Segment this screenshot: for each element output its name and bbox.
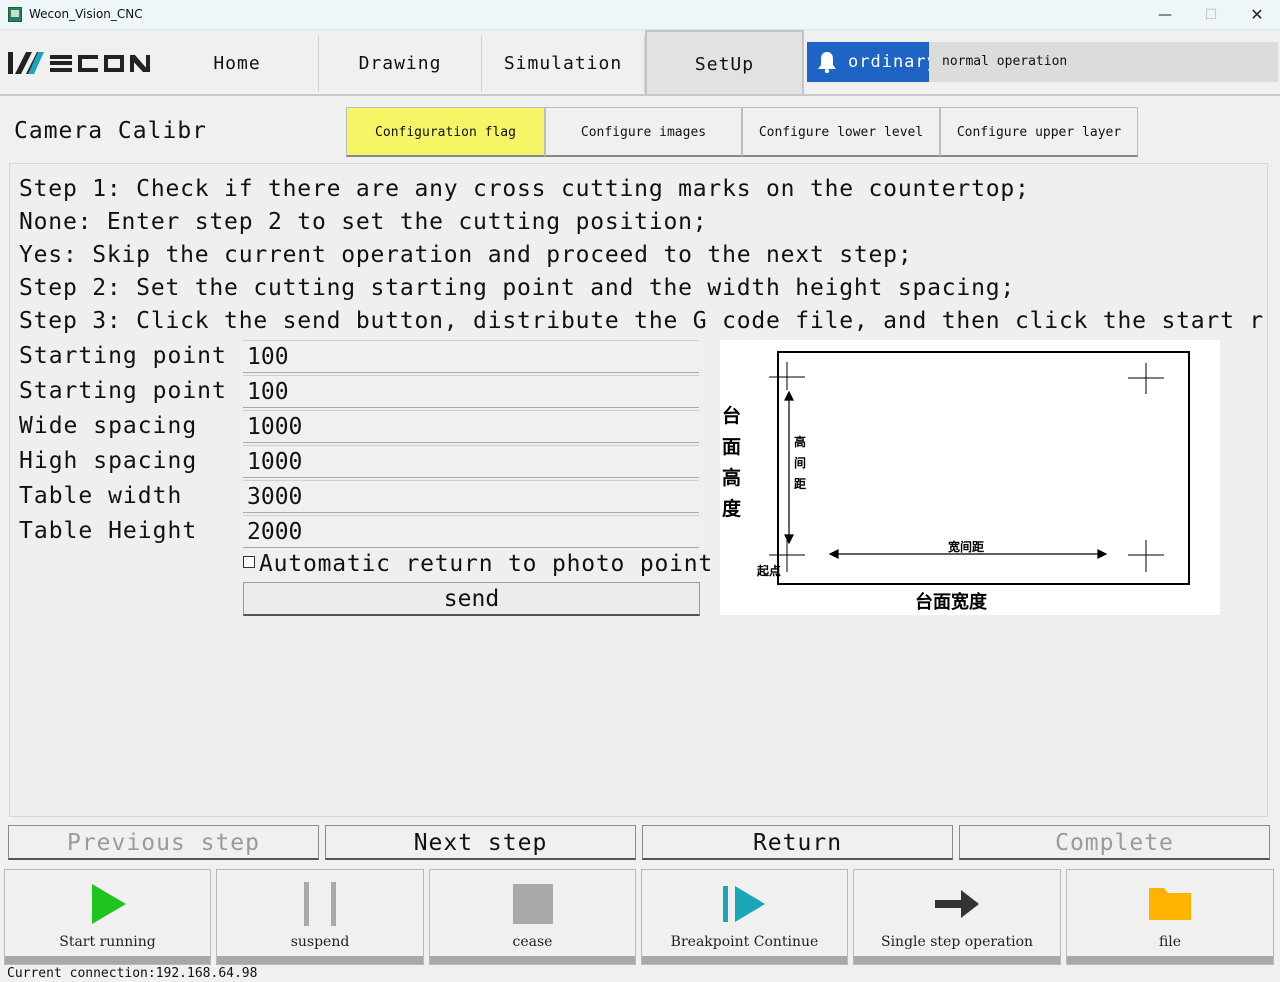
high-spacing-label: High spacing <box>19 448 198 474</box>
subtab-configure-images[interactable]: Configure images <box>545 107 742 157</box>
diagram-table-height-label: 高 <box>722 466 741 489</box>
table-height-input[interactable] <box>243 515 699 548</box>
minimize-button[interactable]: — <box>1142 0 1188 30</box>
diagram-table-height-label: 面 <box>722 436 741 458</box>
diagram-high-spacing-label: 距 <box>794 477 806 491</box>
diagram-high-spacing-label: 高 <box>794 434 806 449</box>
instruction-line: None: Enter step 2 to set the cutting po… <box>19 209 708 235</box>
instruction-line: Step 1: Check if there are any cross cut… <box>19 176 1030 202</box>
table-layout-diagram: 台 面 高 度 高 间 距 宽间距 起点 台面宽度 <box>720 340 1220 615</box>
arrowhead <box>784 534 794 545</box>
starting-point-x-input[interactable] <box>243 340 699 373</box>
arrowhead <box>784 390 794 401</box>
play-icon <box>91 884 126 924</box>
operation-mode: normal operation <box>929 42 1278 82</box>
subtab-configure-lower-level[interactable]: Configure lower level <box>742 107 940 157</box>
start-running-button[interactable]: Start running <box>4 869 211 965</box>
instruction-line: Yes: Skip the current operation and proc… <box>19 242 913 268</box>
arrow-right-icon <box>935 890 979 918</box>
diagram-table-height-label: 台 <box>722 404 741 427</box>
subtab-configuration-flag[interactable]: Configuration flag <box>346 107 545 157</box>
starting-point-y-input[interactable] <box>243 375 699 408</box>
pause-icon <box>304 882 336 926</box>
maximize-button[interactable]: ☐ <box>1188 0 1234 30</box>
wide-spacing-input[interactable] <box>243 410 699 443</box>
tab-drawing[interactable]: Drawing <box>319 36 482 92</box>
next-step-button[interactable]: Next step <box>325 825 636 860</box>
instruction-line: Step 2: Set the cutting starting point a… <box>19 275 1016 301</box>
diagram-high-spacing-label: 间 <box>794 455 806 470</box>
file-label: file <box>1158 934 1182 950</box>
arrowhead <box>828 549 839 559</box>
starting-point-y-label: Starting point y <box>19 378 257 404</box>
user-role: ordinary <box>848 52 938 72</box>
close-button[interactable]: ✕ <box>1234 0 1280 30</box>
table-width-label: Table width <box>19 483 183 509</box>
tab-simulation[interactable]: Simulation <box>482 36 645 92</box>
title-bar: Wecon_Vision_CNC — ☐ ✕ <box>0 0 1280 30</box>
page-title: Camera Calibration <box>14 118 207 144</box>
window-title: Wecon_Vision_CNC <box>29 7 143 21</box>
return-button[interactable]: Return <box>642 825 953 860</box>
single-step-button[interactable]: Single step operation <box>853 869 1061 965</box>
auto-return-label: Automatic return to photo point <box>259 551 714 577</box>
high-spacing-input[interactable] <box>243 445 699 478</box>
wide-spacing-label: Wide spacing <box>19 413 198 439</box>
instructions: Step 1: Check if there are any cross cut… <box>0 173 1266 343</box>
main-header: Home Drawing Simulation SetUp ordinary n… <box>0 30 1280 96</box>
tab-home[interactable]: Home <box>156 36 319 92</box>
suspend-button[interactable]: suspend <box>216 869 424 965</box>
diagram-table-width-label: 台面宽度 <box>915 591 988 613</box>
instruction-line: Step 3: Click the send button, distribut… <box>19 308 1266 334</box>
breakpoint-continue-icon <box>722 886 765 922</box>
app-icon <box>8 7 22 22</box>
subtab-configure-upper-layer[interactable]: Configure upper layer <box>940 107 1138 157</box>
start-running-label: Start running <box>59 934 156 950</box>
tab-setup[interactable]: SetUp <box>645 30 804 94</box>
folder-icon <box>1149 888 1191 920</box>
table-width-input[interactable] <box>243 480 699 513</box>
suspend-label: suspend <box>290 934 350 950</box>
diagram-wide-spacing-label: 宽间距 <box>947 539 984 554</box>
diagram-table-height-label: 度 <box>722 497 742 520</box>
starting-point-x-label: Starting point x <box>19 343 257 369</box>
checkbox-box[interactable] <box>243 556 255 568</box>
complete-button[interactable]: Complete <box>959 825 1270 860</box>
cease-label: cease <box>512 934 553 950</box>
single-step-label: Single step operation <box>880 934 1034 950</box>
wecon-logo <box>8 52 150 74</box>
diagram-start-point-label: 起点 <box>756 563 781 578</box>
breakpoint-continue-label: Breakpoint Continue <box>670 934 819 950</box>
cease-button[interactable]: cease <box>429 869 636 965</box>
status-bar: Current connection:192.168.64.98 <box>0 965 1280 982</box>
user-badge[interactable]: ordinary <box>807 42 937 82</box>
breakpoint-continue-button[interactable]: Breakpoint Continue <box>641 869 848 965</box>
previous-step-button[interactable]: Previous step <box>8 825 319 860</box>
file-button[interactable]: file <box>1066 869 1274 965</box>
table-height-label: Table Height <box>19 518 198 544</box>
send-button[interactable]: send <box>243 582 700 616</box>
stop-icon <box>512 884 553 924</box>
bell-icon <box>818 52 836 74</box>
arrowhead <box>1097 549 1108 559</box>
auto-return-checkbox[interactable]: Automatic return to photo point <box>243 551 713 581</box>
